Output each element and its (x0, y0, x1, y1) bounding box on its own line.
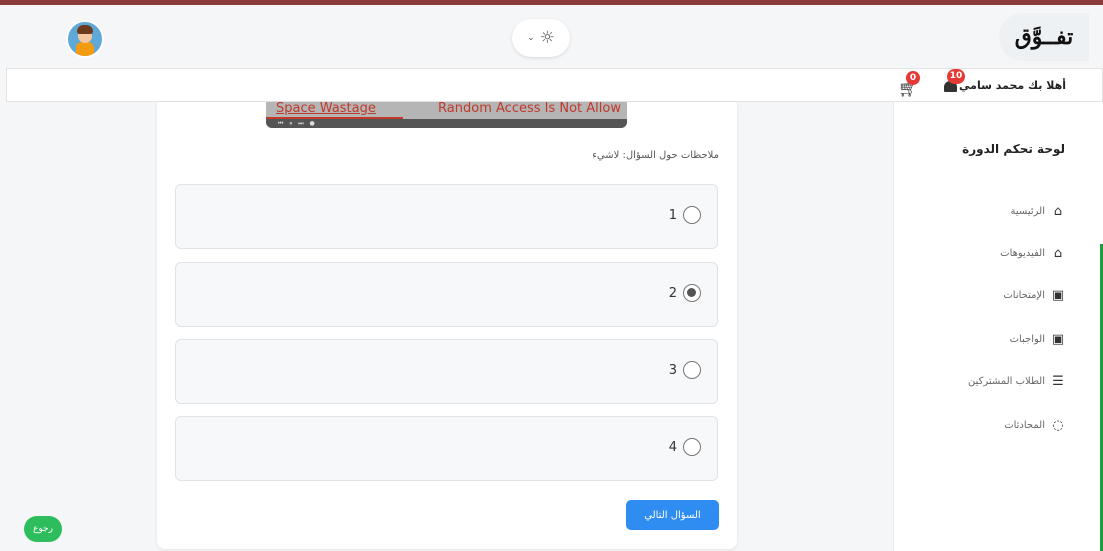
radio-button[interactable] (683, 438, 701, 456)
sidebar-item-videos[interactable]: ⌂ الفيديوهات (1000, 246, 1065, 261)
answer-option[interactable]: 4 (175, 416, 718, 481)
sidebar-item-home[interactable]: ⌂ الرئيسية (1011, 204, 1065, 219)
radio-button[interactable] (683, 206, 701, 224)
sidebar-item-homework[interactable]: ▣ الواجبات (1010, 332, 1065, 347)
user-bar: أهلا بك محمد سامي 10 🛒︎ 0 (6, 68, 1103, 102)
back-button[interactable]: رجوع (24, 516, 62, 542)
question-card: Space Wastage Random Access Is Not Allow… (157, 102, 737, 549)
chat-icon: ◌ (1052, 418, 1064, 433)
sidebar-item-label: الواجبات (1009, 334, 1045, 345)
sidebar-item-exams[interactable]: ▣ الإمتحانات (1003, 288, 1065, 303)
user-greeting: أهلا بك محمد سامي (959, 79, 1066, 92)
sidebar-item-label: الطلاب المشتركين (967, 376, 1045, 387)
sidebar-item-label: الفيديوهات (1000, 248, 1045, 259)
sun-icon: ☼ (539, 28, 555, 48)
cart-badge: 0 (906, 71, 920, 85)
video-caption-right: Random Access Is Not Allow (438, 102, 621, 116)
logo[interactable]: تفــوَّق (999, 13, 1089, 61)
sidebar-item-label: الإمتحانات (1003, 290, 1045, 301)
home-icon: ⌂ (1053, 204, 1063, 219)
sidebar-item-chats[interactable]: ◌ المحادثات (1004, 418, 1065, 433)
video-controls[interactable]: ⏮ ⏸ ⏭ ● (266, 119, 627, 128)
cart-button[interactable]: 🛒︎ 0 (898, 71, 922, 98)
sidebar-item-label: المحادثات (1004, 420, 1045, 431)
video-caption-left: Space Wastage (276, 102, 376, 116)
answer-option[interactable]: 2 (175, 262, 718, 327)
option-label: 3 (668, 362, 677, 378)
video-player[interactable]: Space Wastage Random Access Is Not Allow… (266, 102, 627, 128)
answer-option[interactable]: 3 (175, 339, 718, 404)
notifications-button[interactable]: 10 (942, 69, 965, 97)
sidebar-title: لوحة تحكم الدورة (962, 142, 1065, 156)
avatar[interactable] (66, 20, 104, 58)
option-label: 2 (668, 285, 677, 301)
answer-option[interactable]: 1 (175, 184, 718, 249)
clipboard-user-icon: ▣ (1051, 288, 1065, 303)
top-header: تفــوَّق ⌄ ☼ (0, 5, 1103, 68)
option-label: 1 (668, 207, 677, 223)
notifications-badge: 10 (947, 69, 965, 84)
option-label: 4 (668, 439, 677, 455)
home-icon: ⌂ (1053, 246, 1063, 261)
list-icon: ☰ (1052, 374, 1064, 389)
logo-text: تفــوَّق (1014, 24, 1074, 50)
clipboard-user-icon: ▣ (1051, 332, 1065, 347)
sidebar-item-students[interactable]: ☰ الطلاب المشتركين (968, 374, 1065, 389)
theme-toggle-button[interactable]: ⌄ ☼ (512, 19, 570, 57)
next-question-button[interactable]: السؤال التالي (626, 500, 719, 530)
radio-button[interactable] (683, 361, 701, 379)
chevron-down-icon: ⌄ (527, 33, 535, 43)
question-notes: ملاحظات حول السؤال: لاشيء (592, 150, 719, 161)
radio-button[interactable] (683, 284, 701, 302)
course-sidebar: لوحة تحكم الدورة ⌂ الرئيسية ⌂ الفيديوهات… (893, 102, 1103, 551)
sidebar-item-label: الرئيسية (1010, 206, 1045, 217)
